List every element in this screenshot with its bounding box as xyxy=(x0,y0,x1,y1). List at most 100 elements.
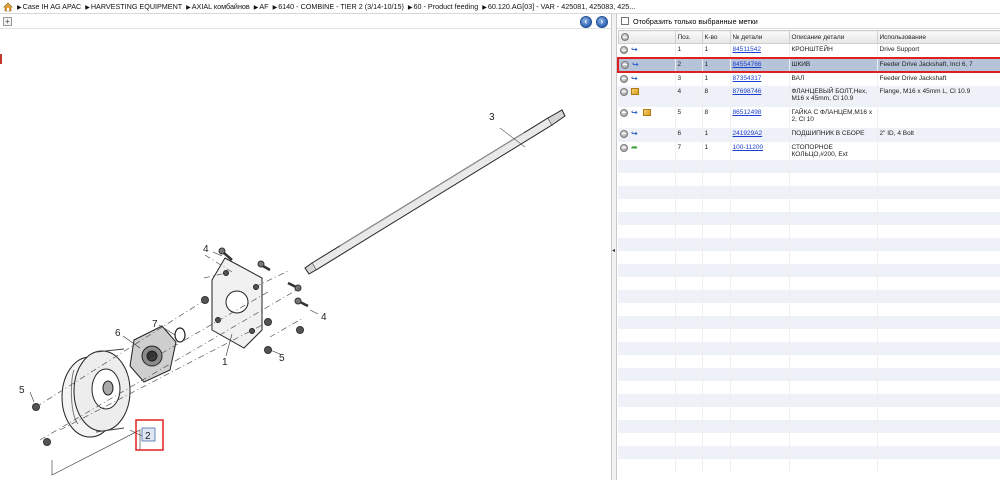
replacement-arrow-icon[interactable]: ↪ xyxy=(631,74,640,83)
replacement-arrow-icon[interactable]: ↪ xyxy=(631,46,640,54)
callout-5[interactable]: 5 xyxy=(279,353,285,364)
add-to-cart-icon[interactable] xyxy=(621,60,629,69)
add-to-cart-icon[interactable] xyxy=(620,87,628,96)
column-header-quantity[interactable]: К-во xyxy=(701,30,731,44)
callout-1[interactable]: 1 xyxy=(222,357,228,368)
row-position-cell: 7 xyxy=(675,141,703,160)
column-header-position[interactable]: Поз. xyxy=(674,30,703,44)
home-icon[interactable] xyxy=(3,2,13,12)
breadcrumb-item[interactable]: 6140 - COMBINE - TIER 2 (3/14-10/15) xyxy=(278,2,404,11)
row-usage-cell: Flange, M16 x 45mm L, Cl 10.9 xyxy=(877,85,1000,107)
add-to-cart-icon[interactable] xyxy=(620,108,628,117)
expand-all-icon[interactable] xyxy=(620,33,629,41)
row-position-cell: 6 xyxy=(675,127,703,142)
column-header-part-number[interactable]: № детали xyxy=(729,30,790,44)
empty-row xyxy=(618,276,1000,290)
empty-row xyxy=(618,185,1000,199)
add-to-cart-icon[interactable] xyxy=(620,46,628,54)
package-box-icon[interactable] xyxy=(643,109,651,116)
callouts: 3 1 4 4 5 5 6 7 xyxy=(19,112,495,396)
show-selected-checkbox[interactable] xyxy=(621,17,629,25)
table-row[interactable]: ↪ 2 1 84554766 ШКИВ Feeder Drive Jackshaft, I… xyxy=(617,56,1000,73)
empty-row xyxy=(618,380,1000,394)
breadcrumb-item[interactable]: AXIAL комбайнов xyxy=(192,2,250,11)
retaining-ring-part xyxy=(174,327,186,343)
empty-row xyxy=(618,432,1000,446)
previous-page-button[interactable]: ‹ xyxy=(580,16,592,28)
breadcrumb-item[interactable]: 60.120.AG[03] - VAR - 425081, 425083, 42… xyxy=(488,2,635,11)
add-to-cart-icon[interactable] xyxy=(620,74,628,83)
row-description-cell: ШКИВ xyxy=(789,56,878,73)
next-page-button[interactable]: › xyxy=(596,16,608,28)
empty-row xyxy=(618,354,1000,368)
callout-6[interactable]: 6 xyxy=(115,328,121,339)
empty-row xyxy=(618,172,1000,186)
part-number-link[interactable]: 84511542 xyxy=(733,46,761,53)
column-header-description[interactable]: Описание детали xyxy=(788,30,878,44)
shaft-part xyxy=(304,109,566,275)
green-arrow-icon[interactable]: ➦ xyxy=(631,143,640,152)
row-quantity-cell: 1 xyxy=(702,71,731,86)
breadcrumb-item[interactable]: AF xyxy=(259,2,268,11)
row-part-number-cell: 86512498 xyxy=(730,106,790,128)
callout-7[interactable]: 7 xyxy=(152,319,158,330)
part-number-link[interactable]: 100-11200 xyxy=(733,144,764,151)
row-usage-cell: Feeder Drive Jackshaft, Incl 6, 7 xyxy=(877,56,1000,73)
add-to-cart-icon[interactable] xyxy=(620,143,628,152)
empty-row xyxy=(618,198,1000,212)
breadcrumb-list: ▶Case IH AG APAC ▶HARVESTING EQUIPMENT ▶AX… xyxy=(17,2,639,11)
row-part-number-cell: 241929A2 xyxy=(730,127,790,142)
breadcrumb-item[interactable]: Case IH AG APAC xyxy=(23,2,82,11)
empty-row xyxy=(618,224,1000,238)
part-number-link[interactable]: 86512498 xyxy=(733,109,762,116)
replacement-arrow-icon[interactable]: ↪ xyxy=(631,108,640,117)
row-usage-cell xyxy=(877,106,1000,128)
row-position-cell: 2 xyxy=(675,56,703,73)
part-number-link[interactable]: 87698746 xyxy=(733,88,762,95)
empty-row xyxy=(618,406,1000,420)
part-number-link[interactable]: 241929A2 xyxy=(733,130,763,137)
callout-3[interactable]: 3 xyxy=(489,112,495,123)
breadcrumb-arrow-icon: ▶ xyxy=(482,5,487,11)
row-part-number-cell: 87698746 xyxy=(730,85,790,107)
table-row[interactable]: 4 8 87698746 ФЛАНЦЕВЫЙ БОЛТ,Hex, M16 x 45mm… xyxy=(618,85,1000,107)
empty-row xyxy=(618,237,1000,251)
replacement-arrow-icon[interactable]: ↪ xyxy=(632,60,641,69)
part-number-link[interactable]: 87354317 xyxy=(733,75,762,82)
breadcrumb-arrow-icon: ▶ xyxy=(407,5,413,11)
row-icons xyxy=(618,85,676,107)
expand-button[interactable]: + xyxy=(3,17,12,26)
callout-4[interactable]: 4 xyxy=(321,312,327,323)
parts-table: Поз. К-во № детали Описание детали Испол… xyxy=(617,30,1000,472)
callout-5[interactable]: 5 xyxy=(19,385,25,396)
exploded-parts-diagram[interactable]: 3 1 4 4 5 5 6 7 2 xyxy=(0,30,611,480)
callout-4[interactable]: 4 xyxy=(203,244,209,255)
table-row[interactable]: ↪ 6 1 241929A2 ПОДШИПНИК В СБОРЕ 2" ID, 4 Bol… xyxy=(618,127,1000,142)
row-usage-cell: Drive Support xyxy=(877,43,1000,58)
column-header-usage[interactable]: Использование xyxy=(876,30,1000,44)
table-row[interactable]: ➦ 7 1 100-11200 СТОПОРНОЕ КОЛЬЦО,#200, Ext xyxy=(618,141,1000,160)
table-row[interactable]: ↪ 3 1 87354317 ВАЛ Feeder Drive Jackshaft xyxy=(618,71,1000,86)
row-description-cell: ГАЙКА С ФЛАНЦЕМ,M16 x 2, Cl 10 xyxy=(789,106,878,128)
replacement-arrow-icon[interactable]: ↪ xyxy=(631,129,640,138)
breadcrumb-item[interactable]: 60 - Product feeding xyxy=(414,2,479,11)
table-row[interactable]: ↪ 1 1 84511542 КРОНШТЕЙН Drive Support xyxy=(618,43,1000,58)
empty-row xyxy=(618,289,1000,303)
empty-row xyxy=(618,445,1000,459)
collapse-arrow-icon[interactable]: ◂ xyxy=(612,246,616,256)
table-row[interactable]: ↪ 5 8 86512498 ГАЙКА С ФЛАНЦЕМ,M16 x 2, Cl 1… xyxy=(618,106,1000,128)
row-part-number-cell: 87354317 xyxy=(730,71,790,86)
row-quantity-cell: 1 xyxy=(702,141,731,160)
breadcrumb-item[interactable]: HARVESTING EQUIPMENT xyxy=(91,2,182,11)
add-to-cart-icon[interactable] xyxy=(620,129,628,138)
row-icons: ↪ xyxy=(618,43,676,58)
package-box-icon[interactable] xyxy=(631,88,639,95)
breadcrumb-arrow-icon: ▶ xyxy=(272,5,278,11)
part-number-link[interactable]: 84554766 xyxy=(733,61,762,68)
row-part-number-cell: 100-11200 xyxy=(730,141,790,160)
row-quantity-cell: 1 xyxy=(702,127,731,142)
breadcrumb: ▶Case IH AG APAC ▶HARVESTING EQUIPMENT ▶AX… xyxy=(0,0,1000,14)
row-position-cell: 4 xyxy=(675,85,703,107)
breadcrumb-arrow-icon: ▶ xyxy=(253,5,259,11)
empty-row xyxy=(618,211,1000,225)
